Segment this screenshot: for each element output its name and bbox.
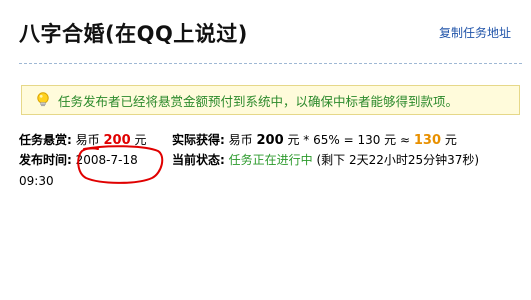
remaining-time: (剩下 2天22小时25分钟37秒) <box>316 153 480 167</box>
publish-time-clock-row: 09:30 <box>19 173 54 189</box>
publish-label: 发布时间: <box>19 153 72 167</box>
reward-currency: 易币 <box>75 133 100 147</box>
reward-label: 任务悬赏: <box>19 133 72 147</box>
actual-result-unit: 元 <box>444 133 457 147</box>
publish-time: 09:30 <box>19 174 54 188</box>
actual-currency: 易币 <box>228 133 253 147</box>
actual-unit: 元 <box>287 133 300 147</box>
notice-text: 任务发布者已经将悬赏金额预付到系统中，以确保中标者能够得到款项。 <box>58 93 459 109</box>
header-divider <box>19 63 522 64</box>
actual-gain-row: 实际获得: 易币 200 元 * 65% = 130 元 ≈ 130 元 <box>172 132 457 149</box>
reward-unit: 元 <box>134 133 147 147</box>
status-text: 任务正在进行中 <box>228 153 313 167</box>
notice-banner: 任务发布者已经将悬赏金额预付到系统中，以确保中标者能够得到款项。 <box>21 85 520 115</box>
page-title: 八字合婚(在QQ上说过) <box>19 22 248 46</box>
copy-task-url-link[interactable]: 复制任务地址 <box>439 24 511 41</box>
status-label: 当前状态: <box>172 153 225 167</box>
actual-amount: 200 <box>256 133 284 148</box>
lightbulb-icon <box>37 92 49 107</box>
publish-date: 2008-7-18 <box>75 153 138 167</box>
reward-amount: 200 <box>103 133 131 148</box>
status-row: 当前状态: 任务正在进行中 (剩下 2天22小时25分钟37秒) <box>172 152 479 168</box>
actual-formula: * 65% = 130 元 ≈ <box>303 133 411 147</box>
actual-result: 130 <box>413 133 442 148</box>
actual-label: 实际获得: <box>172 133 225 147</box>
task-reward-row: 任务悬赏: 易币 200 元 <box>19 132 146 149</box>
publish-time-row: 发布时间: 2008-7-18 <box>19 152 138 168</box>
